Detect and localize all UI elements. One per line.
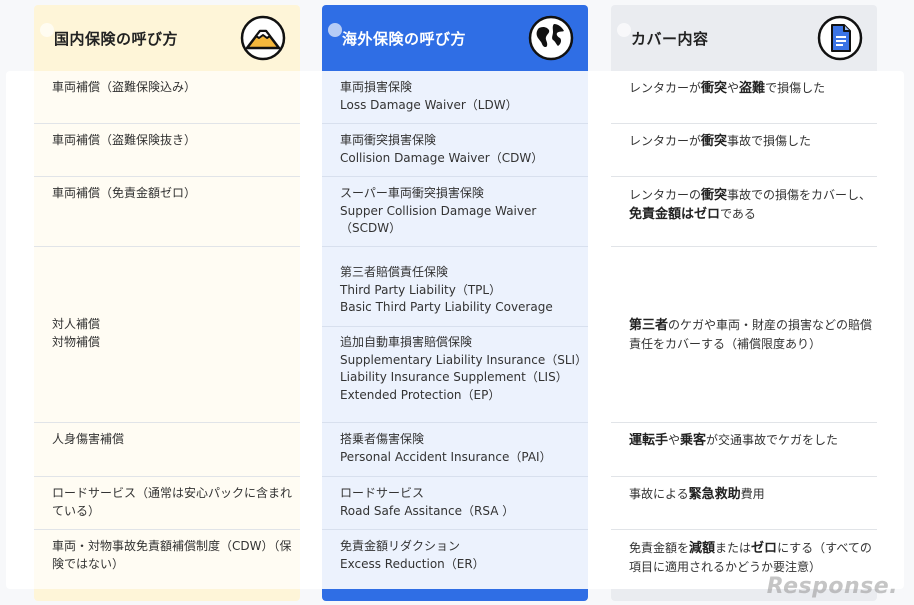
header-dot xyxy=(617,23,631,37)
coverage-text: が交通事故でケガをした xyxy=(706,433,839,447)
row-divider xyxy=(34,123,300,124)
row-divider xyxy=(611,246,877,247)
row-divider xyxy=(611,476,877,477)
coverage-header-title: カバー内容 xyxy=(631,29,709,48)
row-divider xyxy=(322,246,588,247)
domestic-header-title: 国内保険の呼び方 xyxy=(54,29,179,48)
coverage-header: カバー内容 xyxy=(611,5,877,71)
row-divider xyxy=(322,422,588,423)
overseas-cell: 車両損害保険 Loss Damage Waiver（LDW） xyxy=(340,80,518,112)
overseas-cell: ロードサービス Road Safe Assitance（RSA ） xyxy=(340,486,515,518)
coverage-text: である xyxy=(720,207,756,221)
row-divider xyxy=(34,529,300,530)
coverage-text: 事故で損傷した xyxy=(727,134,812,148)
domestic-cell: 車両補償（盗難保険抜き） xyxy=(52,133,197,147)
emphasis-text: 第三者 xyxy=(629,318,669,333)
row-divider xyxy=(611,176,877,177)
emphasis-text: 乗客 xyxy=(680,433,707,448)
coverage-cell: 運転手や乗客が交通事故でケガをした xyxy=(629,432,879,450)
emphasis-text: 免責金額はゼロ xyxy=(629,207,721,222)
overseas-cell: 追加自動車損害賠償保険 Supplementary Liability Insu… xyxy=(340,335,588,402)
coverage-text: 免責金額を xyxy=(629,541,690,555)
coverage-cell: レンタカーが衝突事故で損傷した xyxy=(629,133,879,151)
emphasis-text: 減額 xyxy=(689,541,716,556)
coverage-text: にする（すべての xyxy=(777,541,872,555)
row-divider xyxy=(322,476,588,477)
document-icon xyxy=(817,15,863,61)
globe-icon xyxy=(528,15,574,61)
domestic-cell: 車両・対物事故免責額補償制度（CDW）（保 険ではない） xyxy=(52,539,292,571)
coverage-text: や xyxy=(727,81,740,95)
emphasis-text: 緊急救助 xyxy=(688,487,741,502)
domestic-cell: 車両補償（免責金額ゼロ） xyxy=(52,186,197,200)
coverage-cell: レンタカーが衝突や盗難で損傷した xyxy=(629,80,879,98)
coverage-cell: 事故による緊急救助費用 xyxy=(629,486,879,504)
coverage-text: レンタカーの xyxy=(629,188,702,202)
emphasis-text: 衝突 xyxy=(701,81,728,96)
coverage-cell: レンタカーの衝突事故での損傷をカバーし、 免責金額はゼロである xyxy=(629,186,879,224)
domestic-header: 国内保険の呼び方 xyxy=(34,5,300,71)
row-divider xyxy=(611,123,877,124)
overseas-header-title: 海外保険の呼び方 xyxy=(342,29,467,48)
header-dot xyxy=(40,23,54,37)
row-divider xyxy=(611,422,877,423)
coverage-cell: 免責金額を減額またはゼロにする（すべての 項目に適用されるかどうか要注意） xyxy=(629,539,879,577)
sub-row-divider xyxy=(322,326,588,327)
domestic-cell: 人身傷害補償 xyxy=(52,432,125,446)
watermark: Response. xyxy=(766,574,898,599)
mount-fuji-icon xyxy=(240,15,286,61)
coverage-text: で損傷した xyxy=(765,81,826,95)
domestic-cell: 車両補償（盗難保険込み） xyxy=(52,80,197,94)
domestic-cell: 対人補償 対物補償 xyxy=(52,317,101,349)
coverage-text: 事故による xyxy=(629,487,689,501)
row-divider xyxy=(611,529,877,530)
coverage-text: 責任をカバーする（補償限度あり） xyxy=(629,337,822,351)
domestic-cell: ロードサービス（通常は安心パックに含まれ ている） xyxy=(52,486,293,518)
row-divider xyxy=(322,529,588,530)
coverage-text: 費用 xyxy=(740,487,765,501)
emphasis-text: 衝突 xyxy=(701,188,728,203)
row-divider xyxy=(34,176,300,177)
header-dot xyxy=(328,23,342,37)
overseas-cell: 免責金額リダクション Excess Reduction（ER） xyxy=(340,539,485,571)
row-divider xyxy=(34,422,300,423)
coverage-text: や xyxy=(668,433,681,447)
row-divider xyxy=(322,176,588,177)
overseas-header: 海外保険の呼び方 xyxy=(322,5,588,71)
coverage-cell: 第三者のケガや車両・財産の損害などの賠償 責任をカバーする（補償限度あり） xyxy=(629,316,879,354)
overseas-cell: 搭乗者傷害保険 Personal Accident Insurance（PAI） xyxy=(340,432,552,464)
row-divider xyxy=(322,123,588,124)
overseas-cell: 車両衝突損害保険 Collision Damage Waiver（CDW） xyxy=(340,133,544,165)
row-divider xyxy=(34,246,300,247)
emphasis-text: ゼロ xyxy=(751,541,778,556)
coverage-text: 項目に適用されるかどうか要注意） xyxy=(629,560,822,574)
emphasis-text: 盗難 xyxy=(739,81,766,96)
coverage-text: 事故での損傷をカバーし、 xyxy=(727,188,872,202)
overseas-cell: スーパー車両衝突損害保険 Supper Collision Damage Wai… xyxy=(340,186,537,235)
emphasis-text: 衝突 xyxy=(701,134,728,149)
coverage-text: レンタカーが xyxy=(629,134,702,148)
coverage-text: または xyxy=(715,541,752,555)
coverage-text: のケガや車両・財産の損害などの賠償 xyxy=(668,318,873,332)
emphasis-text: 運転手 xyxy=(629,433,669,448)
coverage-text: レンタカーが xyxy=(629,81,702,95)
row-divider xyxy=(34,476,300,477)
overseas-cell: 第三者賠償責任保険 Third Party Liability（TPL） Bas… xyxy=(340,265,553,314)
